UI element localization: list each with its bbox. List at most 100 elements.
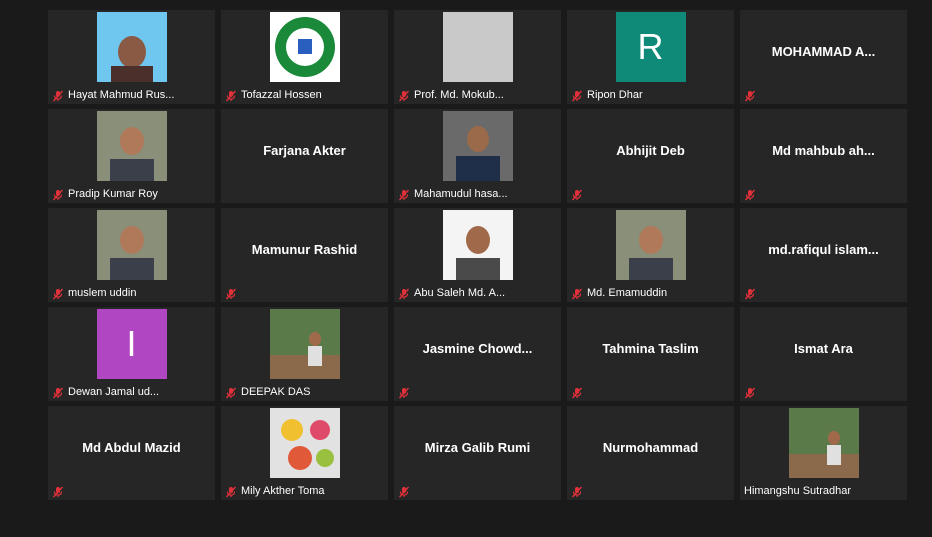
participant-tile[interactable]: R Ripon Dhar — [567, 10, 734, 104]
participant-name-center: MOHAMMAD A... — [771, 43, 876, 59]
participant-avatar — [269, 408, 340, 478]
video-gallery-grid: Hayat Mahmud Rus... Tofazzal Hossen Prof. … — [48, 10, 907, 500]
participant-name-label: Himangshu Sutradhar — [744, 485, 852, 497]
participant-avatar — [442, 111, 513, 181]
participant-tile[interactable]: Md mahbub ah... — [740, 109, 907, 203]
participant-name-label: DEEPAK DAS — [241, 386, 311, 398]
participant-name-center: Mirza Galib Rumi — [424, 439, 531, 455]
muted-mic-icon — [744, 188, 756, 201]
participant-name-center: Abhijit Deb — [616, 142, 685, 158]
participant-avatar — [96, 111, 167, 181]
participant-footer: Abu Saleh Md. A... — [398, 286, 557, 300]
participant-footer — [571, 385, 730, 399]
participant-footer: Himangshu Sutradhar — [744, 484, 903, 498]
participant-name-label: Dewan Jamal ud... — [68, 386, 160, 398]
muted-mic-icon — [571, 287, 583, 300]
participant-tile[interactable]: DEEPAK DAS — [221, 307, 388, 401]
participant-tile[interactable]: Himangshu Sutradhar — [740, 406, 907, 500]
muted-mic-icon — [225, 485, 237, 498]
participant-footer: Ripon Dhar — [571, 88, 730, 102]
participant-avatar — [96, 210, 167, 280]
muted-mic-icon — [744, 386, 756, 399]
participant-name-label: muslem uddin — [68, 287, 137, 299]
participant-footer: Mahamudul hasa... — [398, 187, 557, 201]
participant-footer — [225, 286, 384, 300]
muted-mic-icon — [398, 188, 410, 201]
participant-tile[interactable]: md.rafiqul islam... — [740, 208, 907, 302]
participant-footer — [225, 187, 384, 201]
muted-mic-icon — [225, 386, 237, 399]
participant-avatar — [269, 309, 340, 379]
participant-footer: Prof. Md. Mokub... — [398, 88, 557, 102]
participant-footer — [571, 484, 730, 498]
participant-footer: Tofazzal Hossen — [225, 88, 384, 102]
muted-mic-icon — [398, 485, 410, 498]
participant-avatar — [442, 210, 513, 280]
participant-footer — [744, 286, 903, 300]
muted-mic-icon — [52, 485, 64, 498]
participant-name-label: Hayat Mahmud Rus... — [68, 89, 175, 101]
participant-footer — [398, 484, 557, 498]
participant-name-center: Md Abdul Mazid — [82, 439, 181, 455]
participant-footer — [52, 484, 211, 498]
participant-name-center: Md mahbub ah... — [772, 142, 875, 158]
participant-tile[interactable]: Abu Saleh Md. A... — [394, 208, 561, 302]
participant-tile[interactable]: Tahmina Taslim — [567, 307, 734, 401]
muted-mic-icon — [52, 287, 64, 300]
muted-mic-icon — [225, 89, 237, 102]
participant-name-center: Jasmine Chowd... — [422, 340, 533, 356]
participant-name-center: md.rafiqul islam... — [768, 241, 879, 257]
muted-mic-icon — [571, 485, 583, 498]
muted-mic-icon — [398, 287, 410, 300]
participant-name-center: Mamunur Rashid — [251, 241, 358, 257]
participant-name-center: Nurmohammad — [602, 439, 699, 455]
participant-footer: Hayat Mahmud Rus... — [52, 88, 211, 102]
participant-avatar — [615, 210, 686, 280]
participant-tile[interactable]: Pradip Kumar Roy — [48, 109, 215, 203]
participant-footer — [571, 187, 730, 201]
participant-name-center: Ismat Ara — [794, 340, 853, 356]
participant-footer: DEEPAK DAS — [225, 385, 384, 399]
participant-avatar: R — [615, 12, 686, 82]
participant-avatar — [442, 12, 513, 82]
participant-tile[interactable]: Hayat Mahmud Rus... — [48, 10, 215, 104]
muted-mic-icon — [398, 89, 410, 102]
participant-footer — [398, 385, 557, 399]
muted-mic-icon — [52, 188, 64, 201]
participant-tile[interactable]: Md. Emamuddin — [567, 208, 734, 302]
participant-tile[interactable]: Prof. Md. Mokub... — [394, 10, 561, 104]
participant-tile[interactable]: Mirza Galib Rumi — [394, 406, 561, 500]
participant-name-label: Tofazzal Hossen — [241, 89, 322, 101]
participant-tile[interactable]: Md Abdul Mazid — [48, 406, 215, 500]
participant-name-label: Mily Akther Toma — [241, 485, 325, 497]
participant-footer: Pradip Kumar Roy — [52, 187, 211, 201]
participant-tile[interactable]: Nurmohammad — [567, 406, 734, 500]
participant-tile[interactable]: muslem uddin — [48, 208, 215, 302]
participant-tile[interactable]: Abhijit Deb — [567, 109, 734, 203]
participant-name-label: Pradip Kumar Roy — [68, 188, 158, 200]
participant-footer: Md. Emamuddin — [571, 286, 730, 300]
participant-footer: muslem uddin — [52, 286, 211, 300]
participant-tile[interactable]: Mily Akther Toma — [221, 406, 388, 500]
participant-tile[interactable]: Mahamudul hasa... — [394, 109, 561, 203]
participant-name-center: Tahmina Taslim — [602, 340, 699, 356]
muted-mic-icon — [398, 386, 410, 399]
participant-avatar — [96, 12, 167, 82]
participant-tile[interactable]: Farjana Akter — [221, 109, 388, 203]
participant-name-label: Abu Saleh Md. A... — [414, 287, 506, 299]
participant-tile[interactable]: I Dewan Jamal ud... — [48, 307, 215, 401]
participant-tile[interactable]: Tofazzal Hossen — [221, 10, 388, 104]
participant-footer: Mily Akther Toma — [225, 484, 384, 498]
participant-tile[interactable]: Mamunur Rashid — [221, 208, 388, 302]
muted-mic-icon — [571, 89, 583, 102]
participant-footer: Dewan Jamal ud... — [52, 385, 211, 399]
muted-mic-icon — [52, 89, 64, 102]
participant-footer — [744, 187, 903, 201]
participant-tile[interactable]: Jasmine Chowd... — [394, 307, 561, 401]
participant-tile[interactable]: MOHAMMAD A... — [740, 10, 907, 104]
participant-avatar — [788, 408, 859, 478]
muted-mic-icon — [52, 386, 64, 399]
participant-tile[interactable]: Ismat Ara — [740, 307, 907, 401]
participant-name-center: Farjana Akter — [263, 142, 346, 158]
participant-footer — [744, 385, 903, 399]
